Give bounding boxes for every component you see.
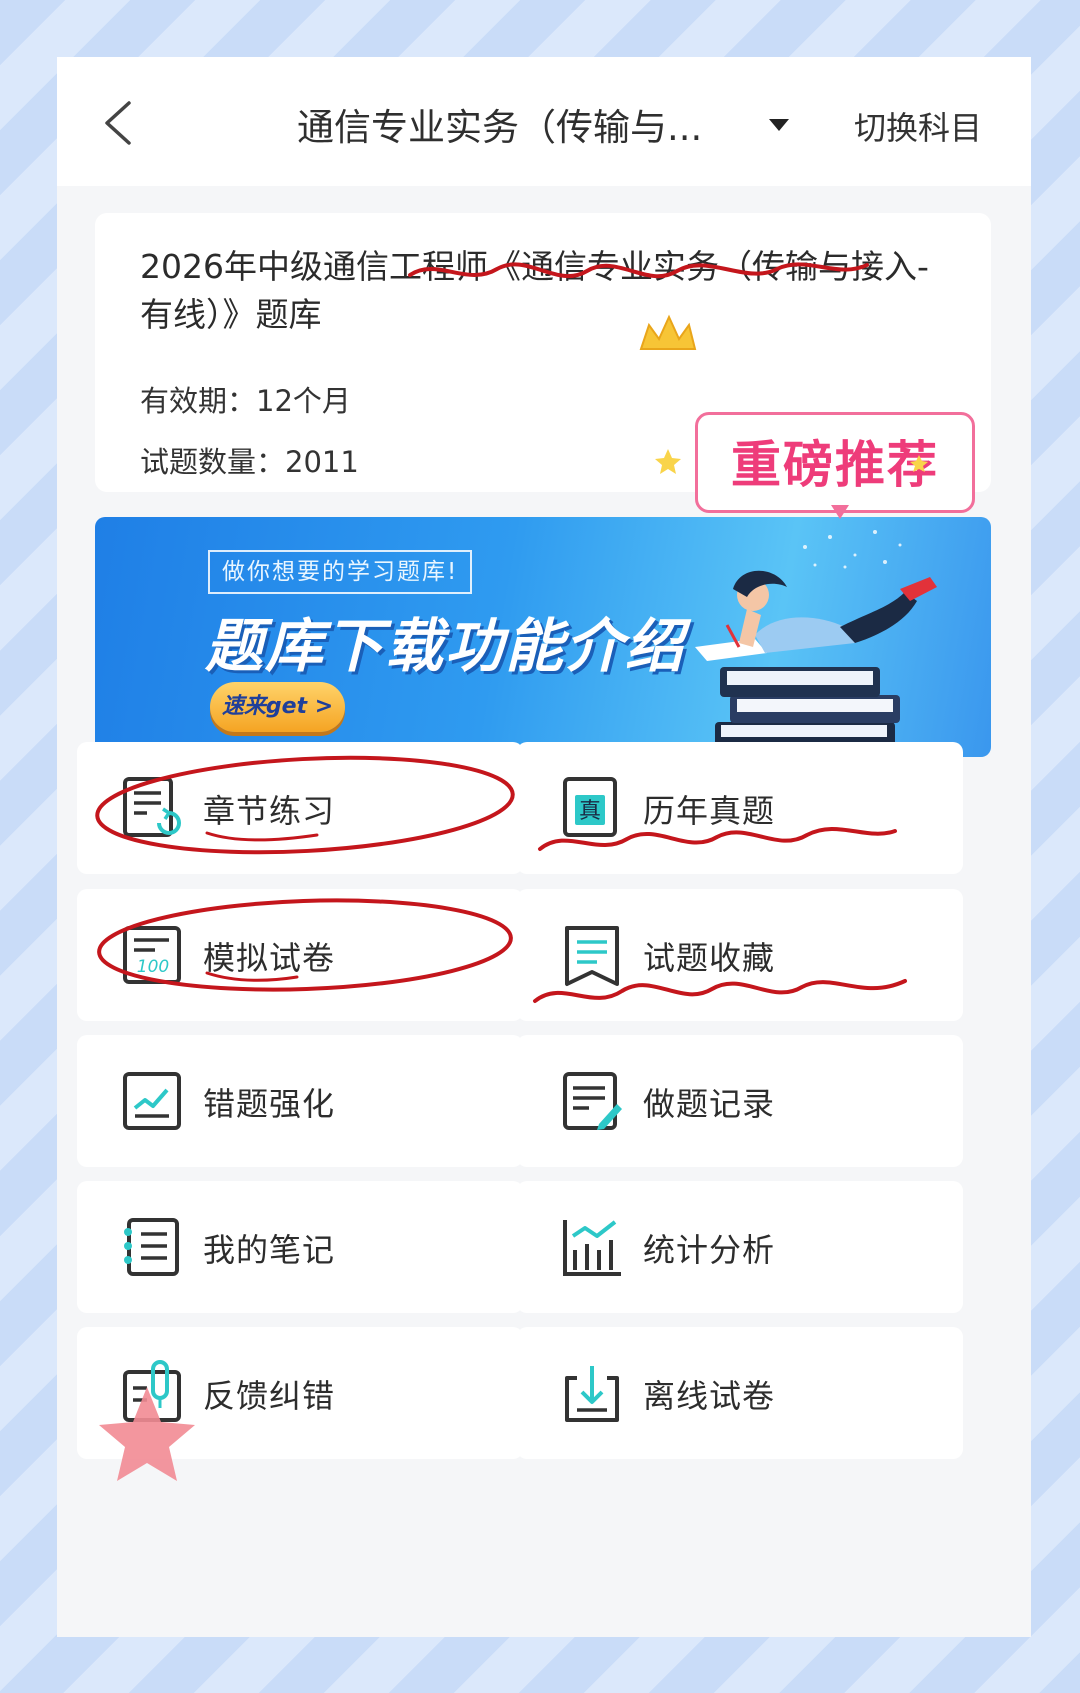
top-navigation-bar: 通信专业实务（传输与... 切换科目: [57, 57, 1031, 186]
menu-past-exams[interactable]: 真 历年真题: [517, 742, 963, 874]
validity-period: 有效期：12个月: [140, 384, 351, 418]
menu-label: 反馈纠错: [203, 1377, 336, 1415]
app-screen: 通信专业实务（传输与... 切换科目 2026年中级通信工程师《通信专业实务（传…: [57, 57, 1031, 1637]
menu-label: 历年真题: [643, 792, 776, 830]
banner-title: 题库下载功能介绍: [205, 612, 686, 680]
statistics-icon: [563, 1220, 621, 1276]
svg-text:真: 真: [579, 799, 601, 824]
banner-tagline: 做你想要的学习题库!: [208, 550, 473, 594]
chapter-practice-icon: [123, 777, 181, 837]
menu-feedback[interactable]: 反馈纠错: [77, 1327, 523, 1459]
question-count: 试题数量：2011: [140, 445, 359, 479]
menu-label: 错题强化: [203, 1085, 336, 1123]
menu-chapter-practice[interactable]: 章节练习: [77, 742, 523, 874]
bookmark-icon: [565, 926, 619, 986]
download-icon: [565, 1366, 619, 1422]
menu-label: 模拟试卷: [203, 939, 336, 977]
menu-wrong-question-review[interactable]: 错题强化: [77, 1035, 523, 1167]
menu-my-notes[interactable]: 我的笔记: [77, 1181, 523, 1313]
feedback-icon: [123, 1360, 181, 1422]
download-feature-banner[interactable]: 做你想要的学习题库! 题库下载功能介绍 速来get >: [95, 517, 991, 757]
menu-practice-records[interactable]: 做题记录: [517, 1035, 963, 1167]
recommend-badge: 重磅推荐: [695, 412, 975, 513]
back-arrow-icon[interactable]: [99, 99, 139, 147]
page-title[interactable]: 通信专业实务（传输与...: [297, 97, 702, 151]
wrong-question-icon: [123, 1072, 181, 1130]
dropdown-caret-icon[interactable]: [769, 119, 789, 131]
menu-label: 我的笔记: [203, 1231, 336, 1269]
menu-question-bookmarks[interactable]: 试题收藏: [517, 889, 963, 1021]
record-icon: [563, 1072, 622, 1130]
notes-icon: [124, 1218, 179, 1276]
menu-statistics[interactable]: 统计分析: [517, 1181, 963, 1313]
question-bank-title: 2026年中级通信工程师《通信专业实务（传输与接入-有线）》题库: [140, 247, 929, 334]
menu-label: 统计分析: [643, 1231, 776, 1269]
menu-label: 做题记录: [643, 1085, 776, 1123]
menu-label: 试题收藏: [643, 939, 776, 977]
menu-label: 离线试卷: [643, 1377, 776, 1415]
switch-subject-button[interactable]: 切换科目: [854, 103, 982, 149]
studying-girl-illustration: [695, 530, 937, 748]
mock-paper-icon: 100: [123, 926, 181, 984]
banner-get-button[interactable]: 速来get >: [210, 682, 345, 732]
recommend-badge-text: 重磅推荐: [731, 436, 939, 494]
menu-mock-paper[interactable]: 100 模拟试卷: [77, 889, 523, 1021]
svg-text:100: 100: [137, 957, 169, 977]
menu-offline-papers[interactable]: 离线试卷: [517, 1327, 963, 1459]
recommend-badge-pointer: [831, 505, 849, 519]
past-exam-icon: 真: [563, 777, 617, 837]
menu-label: 章节练习: [203, 792, 336, 830]
